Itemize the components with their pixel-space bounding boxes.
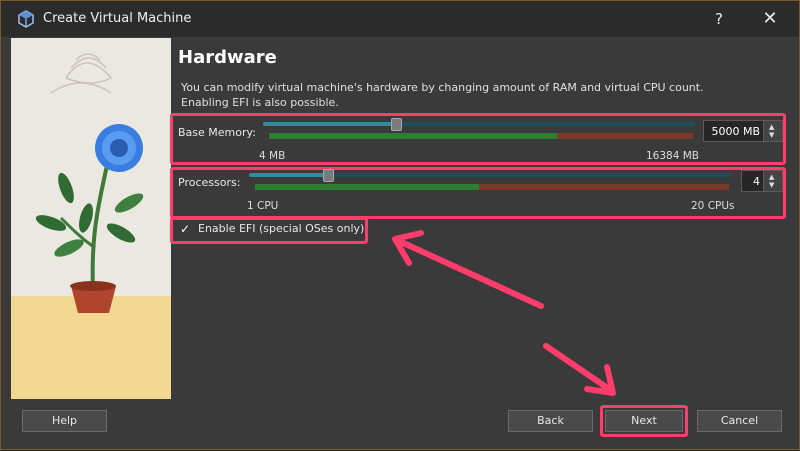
next-button[interactable]: Next xyxy=(605,410,683,432)
back-button[interactable]: Back xyxy=(508,410,593,432)
cancel-button[interactable]: Cancel xyxy=(697,410,782,432)
help-button[interactable]: Help xyxy=(22,410,107,432)
help-button-label: Help xyxy=(51,414,78,427)
cancel-button-label: Cancel xyxy=(720,414,759,427)
back-button-label: Back xyxy=(537,414,564,427)
next-button-label: Next xyxy=(631,414,657,427)
annotation-arrows xyxy=(392,230,616,396)
create-vm-dialog: Create Virtual Machine ? ✕ Hardware You … xyxy=(0,0,800,450)
